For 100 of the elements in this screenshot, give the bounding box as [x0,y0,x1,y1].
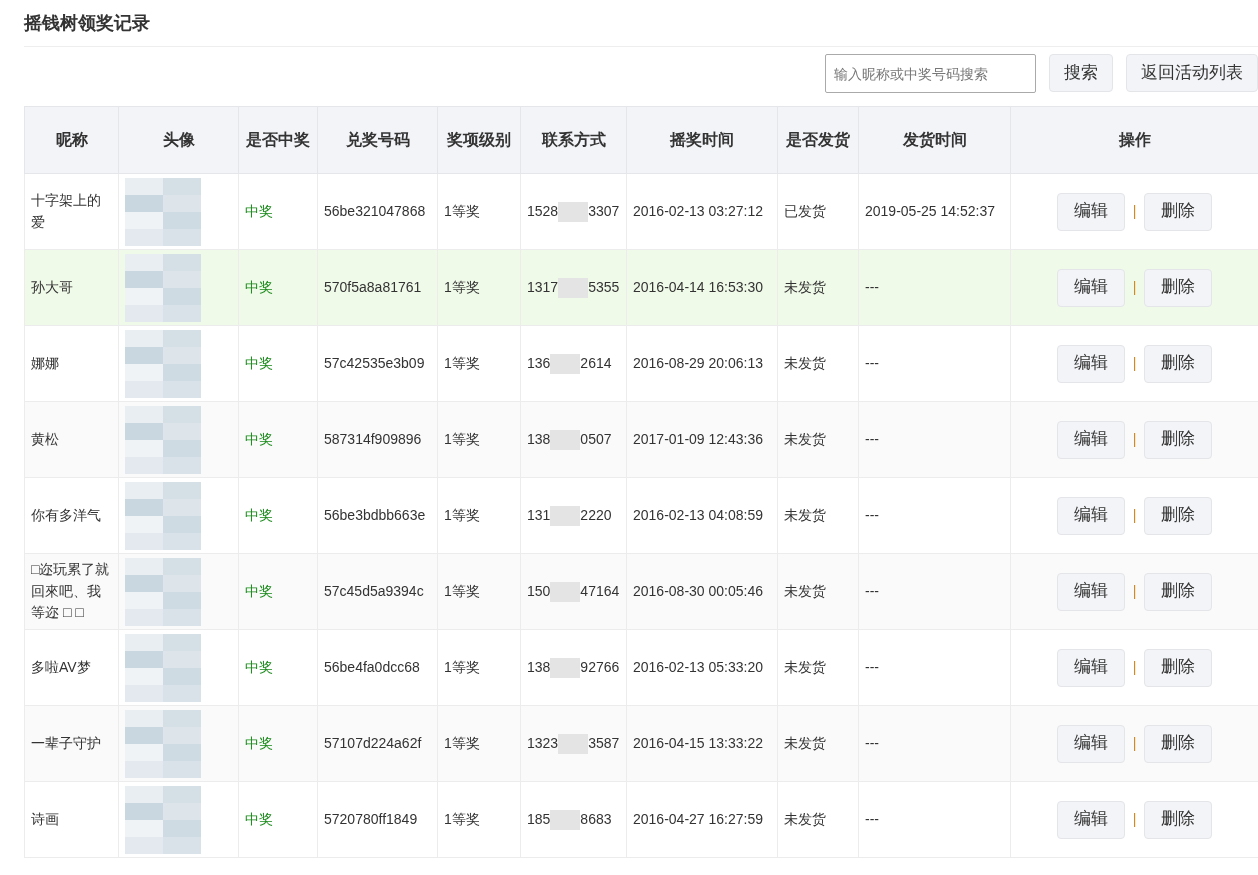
phone-text: 5355 [588,278,620,295]
column-header: 头像 [118,106,239,174]
column-header: 昵称 [24,106,119,174]
column-header: 操作 [1010,106,1258,174]
edit-button[interactable]: 编辑 [1056,572,1125,611]
table-cell: 1等奖 [437,553,521,630]
table-cell: 2019-05-25 14:52:37 [858,173,1011,250]
table-cell: 中奖 [238,249,318,326]
separator: | [1132,353,1137,373]
table-cell: 十字架上的爱 [24,173,119,250]
separator: | [1132,657,1137,677]
separator: | [1132,809,1137,829]
table-cell: 一辈子守护 [24,705,119,782]
table-cell: 中奖 [238,629,318,706]
delete-button[interactable]: 删除 [1144,800,1213,839]
table-cell: 未发货 [777,477,859,554]
edit-button[interactable]: 编辑 [1056,800,1125,839]
redaction-blur [550,505,581,526]
table-row[interactable]: 十字架上的爱 中奖 56be321047868 1等奖 1528 3307 2016-02-13 03:27:12 已发货 2019-05-25 14:52:37 编辑 | 删除 [24,173,1258,250]
table-cell: 2016-02-13 04:08:59 [626,477,778,554]
edit-button[interactable]: 编辑 [1056,420,1125,459]
search-field[interactable]: 输入昵称或中奖号码搜索 [825,54,1036,93]
delete-button[interactable]: 删除 [1144,648,1213,687]
table-cell: 孙大哥 [24,249,119,326]
table-cell: 黄松 [24,401,119,478]
table-cell: 1等奖 [437,249,521,326]
separator: | [1132,429,1137,449]
table-cell: 未发货 [777,401,859,478]
table-row[interactable]: 孙大哥 中奖 570f5a8a81761 1等奖 1317 5355 2016-04-14 16:53:30 未发货 --- 编辑 | 删除 [24,249,1258,326]
edit-button[interactable]: 编辑 [1056,268,1125,307]
delete-button[interactable]: 删除 [1144,572,1213,611]
table-row[interactable]: 多啦AV梦 中奖 56be4fa0dcc68 1等奖 138 92766 2016-02-13 05:33:20 未发货 --- 编辑 | 删除 [24,629,1258,706]
table-row[interactable]: 诗画 中奖 5720780ff1849 1等奖 185 8683 2016-04-27 16:27:59 未发货 --- 编辑 | 删除 [24,781,1258,858]
column-header: 兑奖号码 [317,106,438,174]
delete-button[interactable]: 删除 [1144,420,1213,459]
phone-text: 2614 [580,354,612,371]
table-cell: 未发货 [777,705,859,782]
edit-button[interactable]: 编辑 [1056,344,1125,383]
table-cell: --- [858,553,1011,630]
table-cell: 2017-01-09 12:43:36 [626,401,778,478]
table-cell: 多啦AV梦 [24,629,119,706]
table-cell: 娜娜 [24,325,119,402]
column-header: 联系方式 [520,106,627,174]
table-cell: 57c45d5a9394c [317,553,438,630]
phone-text: 138 [527,658,551,675]
table-cell: 2016-08-30 00:05:46 [626,553,778,630]
table-cell: --- [858,249,1011,326]
redaction-blur [550,353,581,374]
table-row[interactable]: 你有多洋气 中奖 56be3bdbb663e 1等奖 131 2220 2016-02-13 04:08:59 未发货 --- 编辑 | 删除 [24,477,1258,554]
redaction-blur [550,657,581,678]
phone-text: 185 [527,810,551,827]
table-cell: 2016-02-13 03:27:12 [626,173,778,250]
table-row[interactable]: □迩玩累了就回來吧、我等迩 □ □ 中奖 57c45d5a9394c 1等奖 150 47164 2016-08-30 00:05:46 未发货 --- 编辑 | 删除 [24,553,1258,630]
search-button[interactable]: 搜索 [1049,54,1113,92]
table-cell: □迩玩累了就回來吧、我等迩 □ □ [24,553,119,630]
table-cell: 56be321047868 [317,173,438,250]
separator: | [1132,733,1137,753]
table-row[interactable]: 一辈子守护 中奖 57107d224a62f 1等奖 1323 3587 2016-04-15 13:33:22 未发货 --- 编辑 | 删除 [24,705,1258,782]
phone-text: 1528 [527,202,559,219]
column-header: 摇奖时间 [626,106,778,174]
column-header: 是否发货 [777,106,859,174]
delete-button[interactable]: 删除 [1144,268,1213,307]
phone-text: 150 [527,582,551,599]
table-cell: --- [858,401,1011,478]
table-cell: 中奖 [238,477,318,554]
table-cell: 2016-04-14 16:53:30 [626,249,778,326]
edit-button[interactable]: 编辑 [1056,192,1125,231]
table-row[interactable]: 黄松 中奖 587314f909896 1等奖 138 0507 2017-01-09 12:43:36 未发货 --- 编辑 | 删除 [24,401,1258,478]
delete-button[interactable]: 删除 [1144,192,1213,231]
delete-button[interactable]: 删除 [1144,724,1213,763]
table-cell: 你有多洋气 [24,477,119,554]
table-cell: 2016-04-27 16:27:59 [626,781,778,858]
edit-button[interactable]: 编辑 [1056,724,1125,763]
table-cell: 5720780ff1849 [317,781,438,858]
phone-text: 138 [527,430,551,447]
table-cell: 1等奖 [437,401,521,478]
table-cell: 未发货 [777,781,859,858]
delete-button[interactable]: 删除 [1144,496,1213,535]
table-row[interactable]: 娜娜 中奖 57c42535e3b09 1等奖 136 2614 2016-08-29 20:06:13 未发货 --- 编辑 | 删除 [24,325,1258,402]
back-to-list-button[interactable]: 返回活动列表 [1126,54,1258,92]
table-cell: 1等奖 [437,325,521,402]
table-cell: 57c42535e3b09 [317,325,438,402]
delete-button[interactable]: 删除 [1144,344,1213,383]
table-cell: 1等奖 [437,173,521,250]
edit-button[interactable]: 编辑 [1056,648,1125,687]
table-cell: --- [858,629,1011,706]
table-cell: --- [858,477,1011,554]
table-cell: 中奖 [238,173,318,250]
separator: | [1132,505,1137,525]
table-cell: 已发货 [777,173,859,250]
table-cell: --- [858,705,1011,782]
table-cell: 未发货 [777,249,859,326]
table-cell: 中奖 [238,401,318,478]
table-cell: 1等奖 [437,477,521,554]
column-header: 发货时间 [858,106,1011,174]
table-cell: 诗画 [24,781,119,858]
phone-text: 8683 [580,810,612,827]
table-cell: 中奖 [238,781,318,858]
table-cell: 2016-08-29 20:06:13 [626,325,778,402]
edit-button[interactable]: 编辑 [1056,496,1125,535]
